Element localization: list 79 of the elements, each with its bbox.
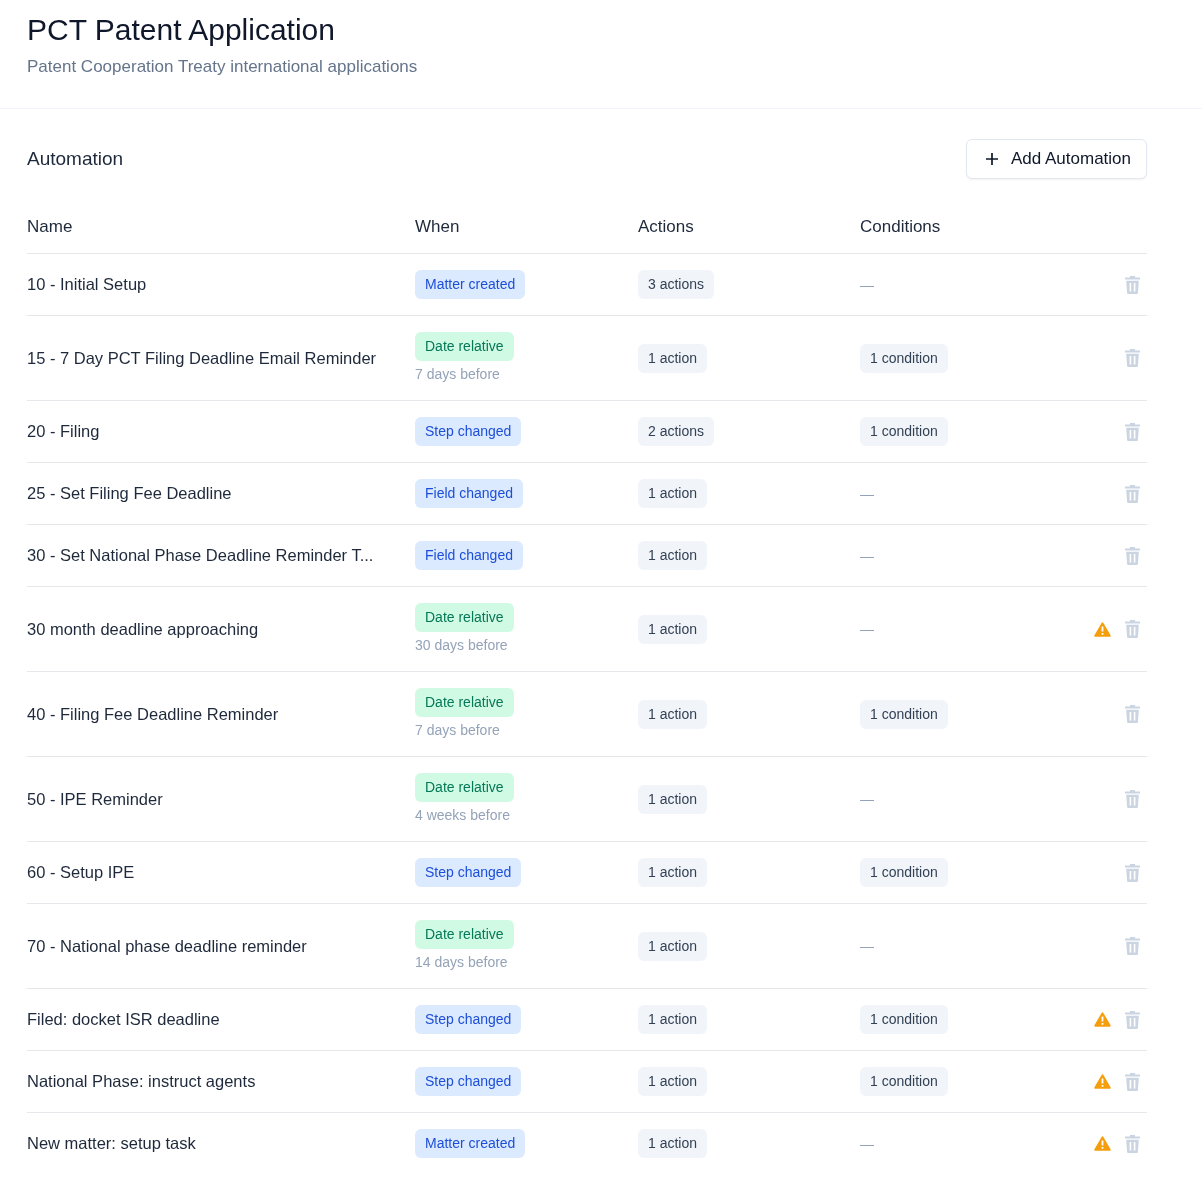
- trash-icon[interactable]: [1125, 937, 1140, 955]
- trash-icon[interactable]: [1125, 863, 1140, 882]
- trash-icon[interactable]: [1125, 705, 1140, 723]
- trigger-type: Matter created: [415, 270, 526, 299]
- empty-dash: —: [860, 1135, 874, 1152]
- trigger-type: Matter created: [415, 1129, 526, 1158]
- empty-dash: —: [860, 791, 874, 807]
- trash-icon[interactable]: [1125, 790, 1140, 808]
- automation-name: National Phase: instruct agents: [27, 1072, 257, 1091]
- automation-name: 50 - IPE Reminder: [27, 789, 164, 809]
- condition-count: 1 condition: [860, 1005, 948, 1034]
- action-count: 3 actions: [638, 270, 715, 299]
- action-count: 1 action: [638, 1129, 708, 1158]
- automation-name: 25 - Set Filing Fee Deadline: [27, 484, 233, 503]
- trigger-type: Field changed: [415, 541, 523, 570]
- automation-name: 30 - Set National Phase Deadline Reminder T...: [27, 546, 375, 565]
- trigger-type: Date relative: [415, 920, 514, 949]
- action-count: 1 action: [638, 931, 708, 961]
- automation-name: 30 month deadline approaching: [27, 619, 260, 639]
- trash-icon[interactable]: [1125, 1072, 1140, 1091]
- empty-dash: —: [860, 621, 874, 637]
- condition-count: 1 condition: [860, 417, 948, 446]
- trigger-type: Date relative: [415, 688, 514, 717]
- add-automation-button[interactable]: Add Automation: [965, 139, 1147, 179]
- trigger-offset: 14 days before: [415, 953, 508, 972]
- automation-name: 40 - Filing Fee Deadline Reminder: [27, 704, 280, 724]
- trash-icon[interactable]: [1125, 484, 1140, 503]
- column-header: Conditions: [860, 216, 942, 237]
- automation-name: New matter: setup task: [27, 1134, 197, 1153]
- condition-count: 1 condition: [860, 858, 948, 887]
- action-count: 1 action: [638, 699, 708, 729]
- action-count: 1 action: [638, 479, 708, 508]
- automation-name: 60 - Setup IPE: [27, 863, 136, 882]
- trigger-type: Date relative: [415, 773, 514, 802]
- trigger-type: Step changed: [415, 1005, 522, 1034]
- trigger-offset: 7 days before: [415, 365, 500, 384]
- condition-count: 1 condition: [860, 699, 948, 729]
- trash-icon[interactable]: [1125, 349, 1140, 367]
- page-title: PCT Patent Application: [27, 12, 336, 48]
- trigger-type: Date relative: [415, 332, 514, 361]
- action-count: 1 action: [638, 784, 708, 814]
- condition-count: 1 condition: [860, 1067, 948, 1096]
- empty-dash: —: [860, 276, 874, 293]
- empty-dash: —: [860, 485, 874, 502]
- condition-count: 1 condition: [860, 343, 948, 373]
- action-count: 1 action: [638, 858, 708, 887]
- trigger-offset: 4 weeks before: [415, 806, 510, 825]
- action-count: 2 actions: [638, 417, 715, 446]
- page-subtitle: Patent Cooperation Treaty international applications: [27, 56, 419, 78]
- action-count: 1 action: [638, 343, 708, 373]
- automation-name: 20 - Filing: [27, 422, 101, 441]
- trigger-type: Field changed: [415, 479, 523, 508]
- trigger-offset: 7 days before: [415, 721, 500, 740]
- trigger-type: Step changed: [415, 858, 522, 887]
- section-heading: Automation: [27, 148, 124, 170]
- trigger-type: Step changed: [415, 417, 522, 446]
- column-header: Name: [27, 216, 74, 237]
- trash-icon[interactable]: [1125, 1010, 1140, 1029]
- trigger-type: Step changed: [415, 1067, 522, 1096]
- trigger-type: Date relative: [415, 603, 514, 632]
- trash-icon[interactable]: [1125, 275, 1140, 294]
- empty-dash: —: [860, 938, 874, 954]
- action-count: 1 action: [638, 1005, 708, 1034]
- automation-name: 15 - 7 Day PCT Filing Deadline Email Reminder: [27, 348, 378, 368]
- action-count: 1 action: [638, 1067, 708, 1096]
- action-count: 1 action: [638, 541, 708, 570]
- automation-name: Filed: docket ISR deadline: [27, 1010, 221, 1029]
- trash-icon[interactable]: [1125, 620, 1140, 638]
- automation-name: 70 - National phase deadline reminder: [27, 936, 308, 956]
- action-count: 1 action: [638, 614, 708, 644]
- column-header: Actions: [638, 216, 695, 237]
- automation-name: 10 - Initial Setup: [27, 275, 148, 294]
- trash-icon[interactable]: [1125, 546, 1140, 565]
- trigger-offset: 30 days before: [415, 636, 508, 655]
- column-header: When: [415, 216, 461, 237]
- trash-icon[interactable]: [1125, 422, 1140, 441]
- trash-icon[interactable]: [1125, 1134, 1140, 1153]
- plus-icon: [985, 153, 998, 165]
- empty-dash: —: [860, 547, 874, 564]
